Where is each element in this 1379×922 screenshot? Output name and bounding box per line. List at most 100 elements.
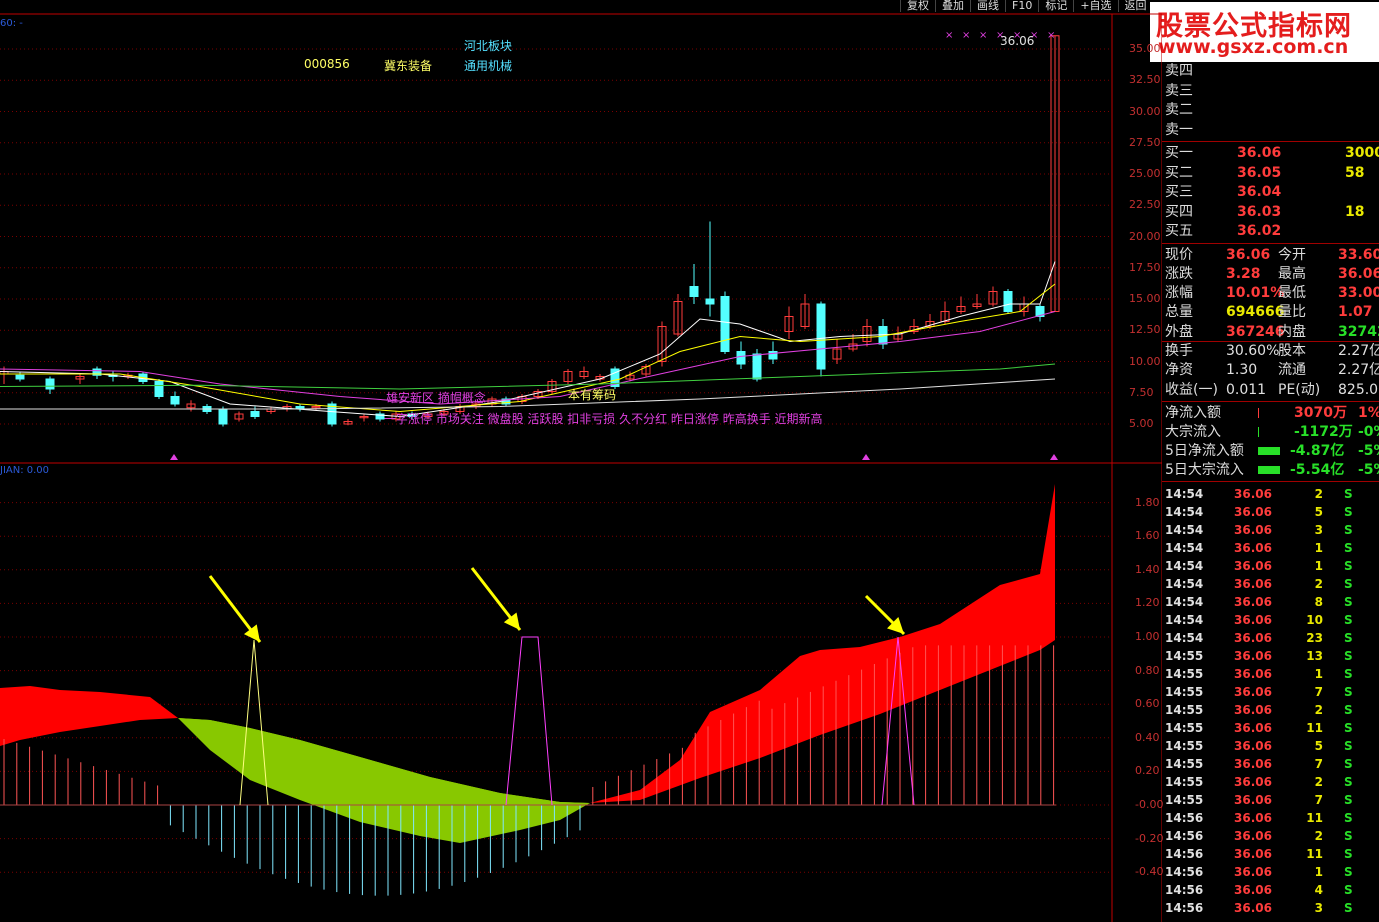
candlestick-series [0,35,1060,427]
sell-level-label: 卖一 [1165,121,1193,138]
stat-value: 36.06 [1226,246,1271,263]
tick-time: 14:56 [1165,882,1204,897]
tick-volume: 2 [1314,774,1323,789]
tick-volume: 8 [1314,594,1323,609]
stat-label: 外盘 [1165,323,1193,340]
tick-side: S [1344,882,1353,897]
tick-row: 14:55 36.06 11 S [1162,719,1379,737]
price-tick-label: 7.50 [1129,385,1154,399]
buy-level-label: 买三 [1165,184,1193,200]
tick-row: 14:55 36.06 5 S [1162,737,1379,755]
concept-annotation: 雄安新区 摘帽概念 [386,391,486,405]
tick-price: 36.06 [1234,522,1272,537]
tick-volume: 13 [1306,648,1323,663]
tick-volume: 3 [1314,900,1323,915]
signal-marker [862,454,870,460]
tick-side: S [1344,522,1353,537]
stock-name: 冀东装备 [384,59,433,73]
buy-level-volume: 58 [1345,164,1365,181]
tick-row: 14:55 36.06 2 S [1162,701,1379,719]
stat-value: 327420 [1338,323,1379,340]
signal-marker [170,454,178,460]
tick-volume: 11 [1306,846,1323,861]
tick-side: S [1344,720,1353,735]
tick-time: 14:55 [1165,666,1204,681]
buy-level-price: 36.02 [1237,223,1282,239]
yellow-arrow-head [243,624,260,642]
sub-tick-label: -0.00 [1135,798,1164,811]
tick-side: S [1344,594,1353,609]
tick-time: 14:55 [1165,738,1204,753]
tick-row: 14:56 36.06 3 S [1162,899,1379,917]
candle-body [689,286,699,297]
tick-row: 14:54 36.06 2 S [1162,485,1379,503]
tick-volume: 5 [1314,504,1323,519]
stat-value: 33.00 [1338,285,1379,302]
tick-time: 14:56 [1165,846,1204,861]
tick-side: S [1344,738,1353,753]
candle-body [218,408,228,425]
tick-row: 14:54 36.06 2 S [1162,575,1379,593]
tick-side: S [1344,612,1353,627]
red-band-right [590,484,1055,803]
tick-row: 14:54 36.06 5 S [1162,503,1379,521]
buy-level-volume: 18 [1345,203,1365,220]
stat-value: 3.28 [1226,265,1261,282]
tick-time: 14:54 [1165,612,1204,627]
separator [1162,141,1379,142]
green-band-lower [178,718,590,843]
tick-row: 14:56 36.06 11 S [1162,845,1379,863]
flow-row: 5日净流入额 -4.87亿 -5% [1162,442,1379,460]
tick-row: 14:54 36.06 1 S [1162,557,1379,575]
tick-side: S [1344,630,1353,645]
flow-label: 5日大宗流入 [1165,461,1244,478]
tick-side: S [1344,702,1353,717]
tick-volume: 1 [1314,558,1323,573]
tick-time: 14:54 [1165,486,1204,501]
sub-indicator-chart [0,484,1056,896]
stat-value: 825.0 [1338,381,1379,398]
stat-value: 694666 [1226,304,1285,321]
stat-value: 1.30 [1226,362,1258,379]
watermark-logo: 股票公式指标网 www.gsxz.com.cn [1150,2,1379,62]
tick-time: 14:55 [1165,684,1204,699]
high-price-label: 36.06 [1000,34,1035,48]
sub-tick-label: -0.40 [1135,865,1164,879]
tick-side: S [1344,648,1353,663]
stat-label: 涨跌 [1165,265,1193,282]
flow-pct: 1% [1358,404,1379,421]
sub-tick-label: 1.60 [1135,529,1160,543]
sub-tick-label: 1.80 [1135,495,1160,509]
candle-body [768,351,778,360]
tag-annotation: 一字涨停 市场关注 微盘股 活跃股 扣非亏损 久不分红 昨日涨停 昨高换手 近期… [384,412,823,426]
price-tick-label: 22.50 [1129,198,1161,212]
separator [1162,480,1379,482]
signal-spike-magenta [505,636,553,806]
tick-price: 36.06 [1234,900,1272,915]
tick-time: 14:54 [1165,594,1204,609]
stat-row: 总量 694666 量比 1.07 [1162,303,1379,321]
limit-up-marker: × [979,30,987,41]
candle-body [170,396,180,405]
tick-volume: 7 [1314,684,1323,699]
tick-volume: 5 [1314,738,1323,753]
price-tick-label: 5.00 [1129,417,1154,430]
candle-body [250,411,260,417]
tick-volume: 7 [1314,792,1323,807]
price-tick-label: 17.50 [1129,260,1161,274]
flow-value: -4.87亿 [1290,442,1345,459]
separator [1162,242,1379,244]
stat-label: 最高 [1278,265,1306,282]
sub-indicator-label: JIAN: 0.00 [0,465,50,476]
price-tick-label: 30.00 [1129,104,1161,118]
tick-row: 14:54 36.06 3 S [1162,521,1379,539]
flow-label: 净流入额 [1165,404,1221,421]
tick-row: 14:56 36.06 1 S [1162,863,1379,881]
ma60-line [0,363,1056,390]
tick-time: 14:55 [1165,720,1204,735]
buy-level-row: 买一 36.06 30007 [1162,144,1379,162]
chip-annotation: 本有筹码 [568,388,617,402]
flow-row: 净流入额 3070万 1% [1162,404,1379,422]
stat-value: 367246 [1226,323,1285,340]
tick-row: 14:55 36.06 13 S [1162,647,1379,665]
